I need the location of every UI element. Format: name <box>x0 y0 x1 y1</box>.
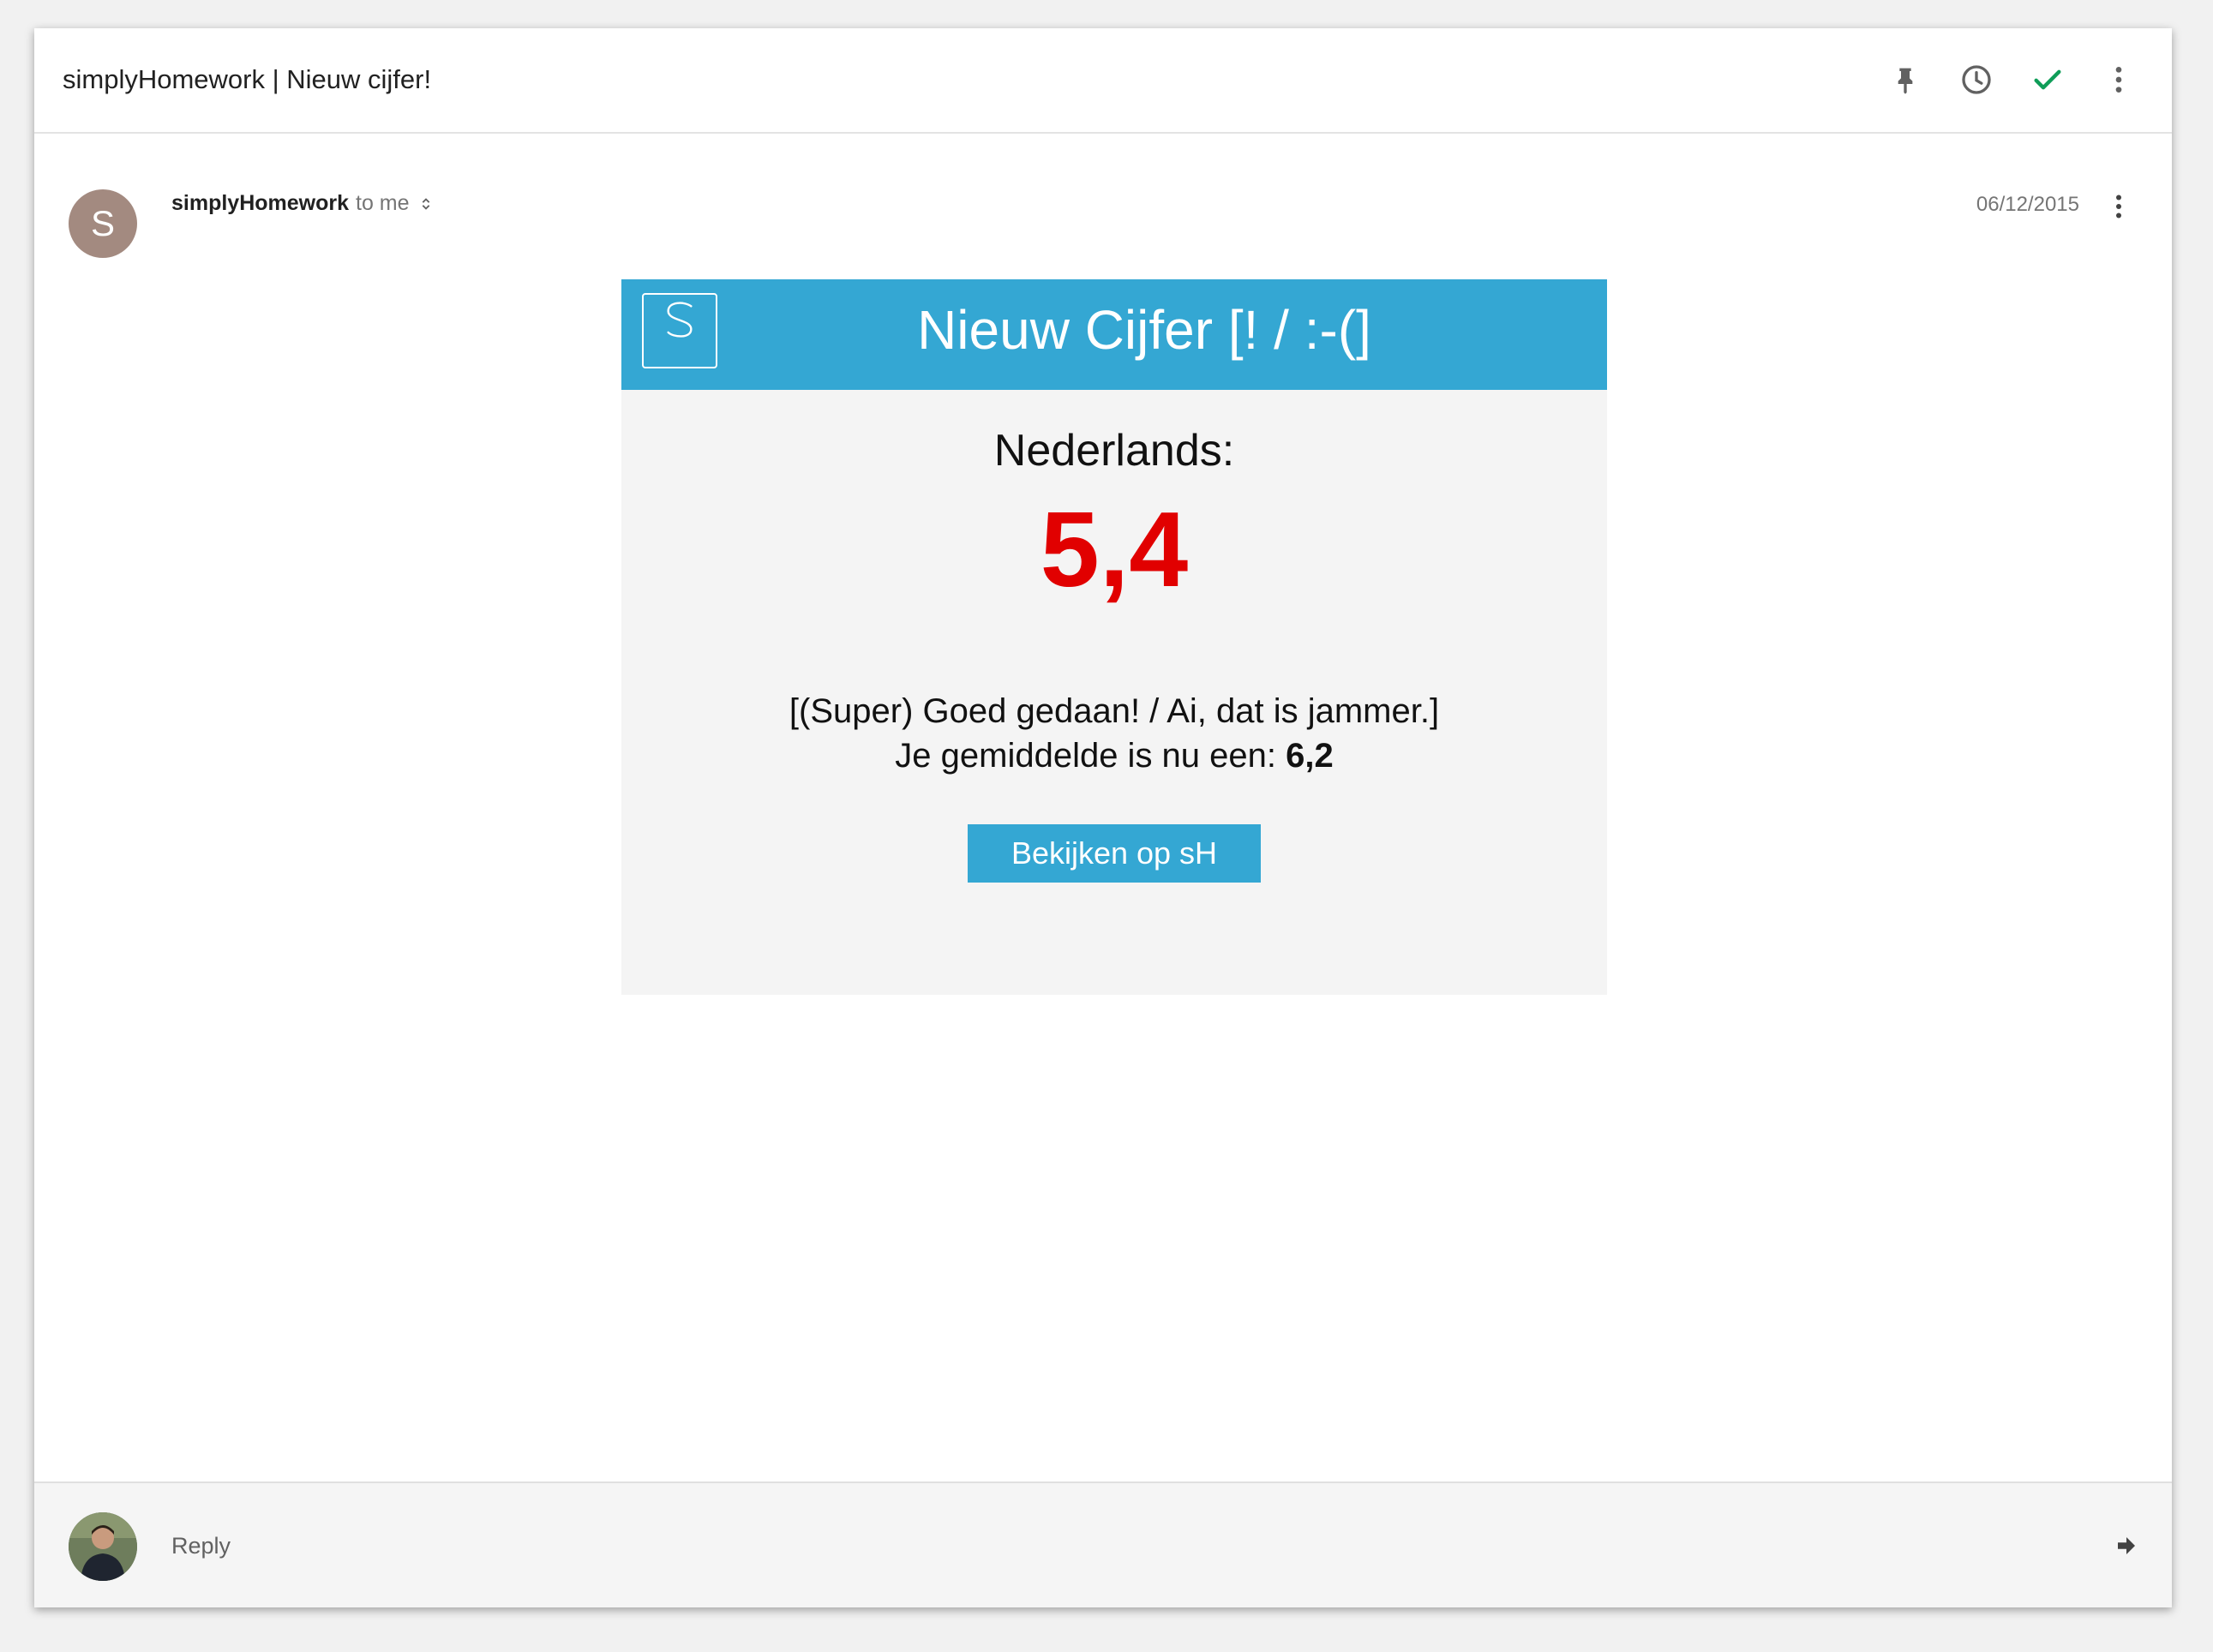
message-header: S simplyHomework to me 06/12/2015 <box>34 157 2172 277</box>
thread-toolbar: simplyHomework | Nieuw cijfer! <box>34 28 2172 134</box>
arrow-right-icon <box>2118 1537 2135 1554</box>
email-title: Nieuw Cijfer [! / :-(] <box>917 299 1371 361</box>
recipient-text: to me <box>356 191 410 215</box>
more-vert-icon <box>2116 195 2121 218</box>
more-vert-icon <box>2115 67 2122 93</box>
expand-details-icon[interactable] <box>417 195 435 213</box>
sender-avatar: S <box>69 189 137 258</box>
pin-icon <box>1898 68 1913 94</box>
thread-actions <box>1886 61 2138 99</box>
done-button[interactable] <box>2029 61 2066 99</box>
reply-send-button[interactable] <box>2114 1533 2139 1559</box>
user-photo-icon <box>69 1512 137 1581</box>
sender-name: simplyHomework <box>171 191 350 215</box>
feedback-text: [(Super) Goed gedaan! / Ai, dat is jamme… <box>789 692 1440 730</box>
reply-bar[interactable]: Reply <box>34 1481 2172 1607</box>
pin-button[interactable] <box>1886 61 1924 99</box>
view-on-sh-button[interactable]: Bekijken op sH <box>968 824 1261 883</box>
average-label: Je gemiddelde is nu een: <box>895 737 1286 775</box>
thread-more-button[interactable] <box>2100 61 2138 99</box>
sender-line[interactable]: simplyHomework to me <box>171 191 435 216</box>
thread-subject: simplyHomework | Nieuw cijfer! <box>63 64 432 94</box>
reply-label[interactable]: Reply <box>171 1533 231 1559</box>
check-icon <box>2034 69 2061 90</box>
average-value: 6,2 <box>1286 737 1334 775</box>
email-banner: Nieuw Cijfer [! / :-(] <box>621 279 1607 390</box>
email-card: simplyHomework | Nieuw cijfer! S simplyH… <box>34 28 2172 1607</box>
user-avatar <box>69 1512 137 1581</box>
snooze-button[interactable] <box>1958 61 1995 99</box>
clock-icon <box>1962 65 1991 94</box>
grade-value: 5,4 <box>1040 491 1189 609</box>
grade-message: [(Super) Goed gedaan! / Ai, dat is jamme… <box>621 689 1607 778</box>
course-label: Nederlands: <box>993 426 1235 476</box>
email-body: Nieuw Cijfer [! / :-(] Nederlands: 5,4 [… <box>621 279 1607 995</box>
average-line: Je gemiddelde is nu een: 6,2 <box>621 733 1607 778</box>
message-more-button[interactable] <box>2103 188 2134 225</box>
message-date: 06/12/2015 <box>1976 193 2079 216</box>
